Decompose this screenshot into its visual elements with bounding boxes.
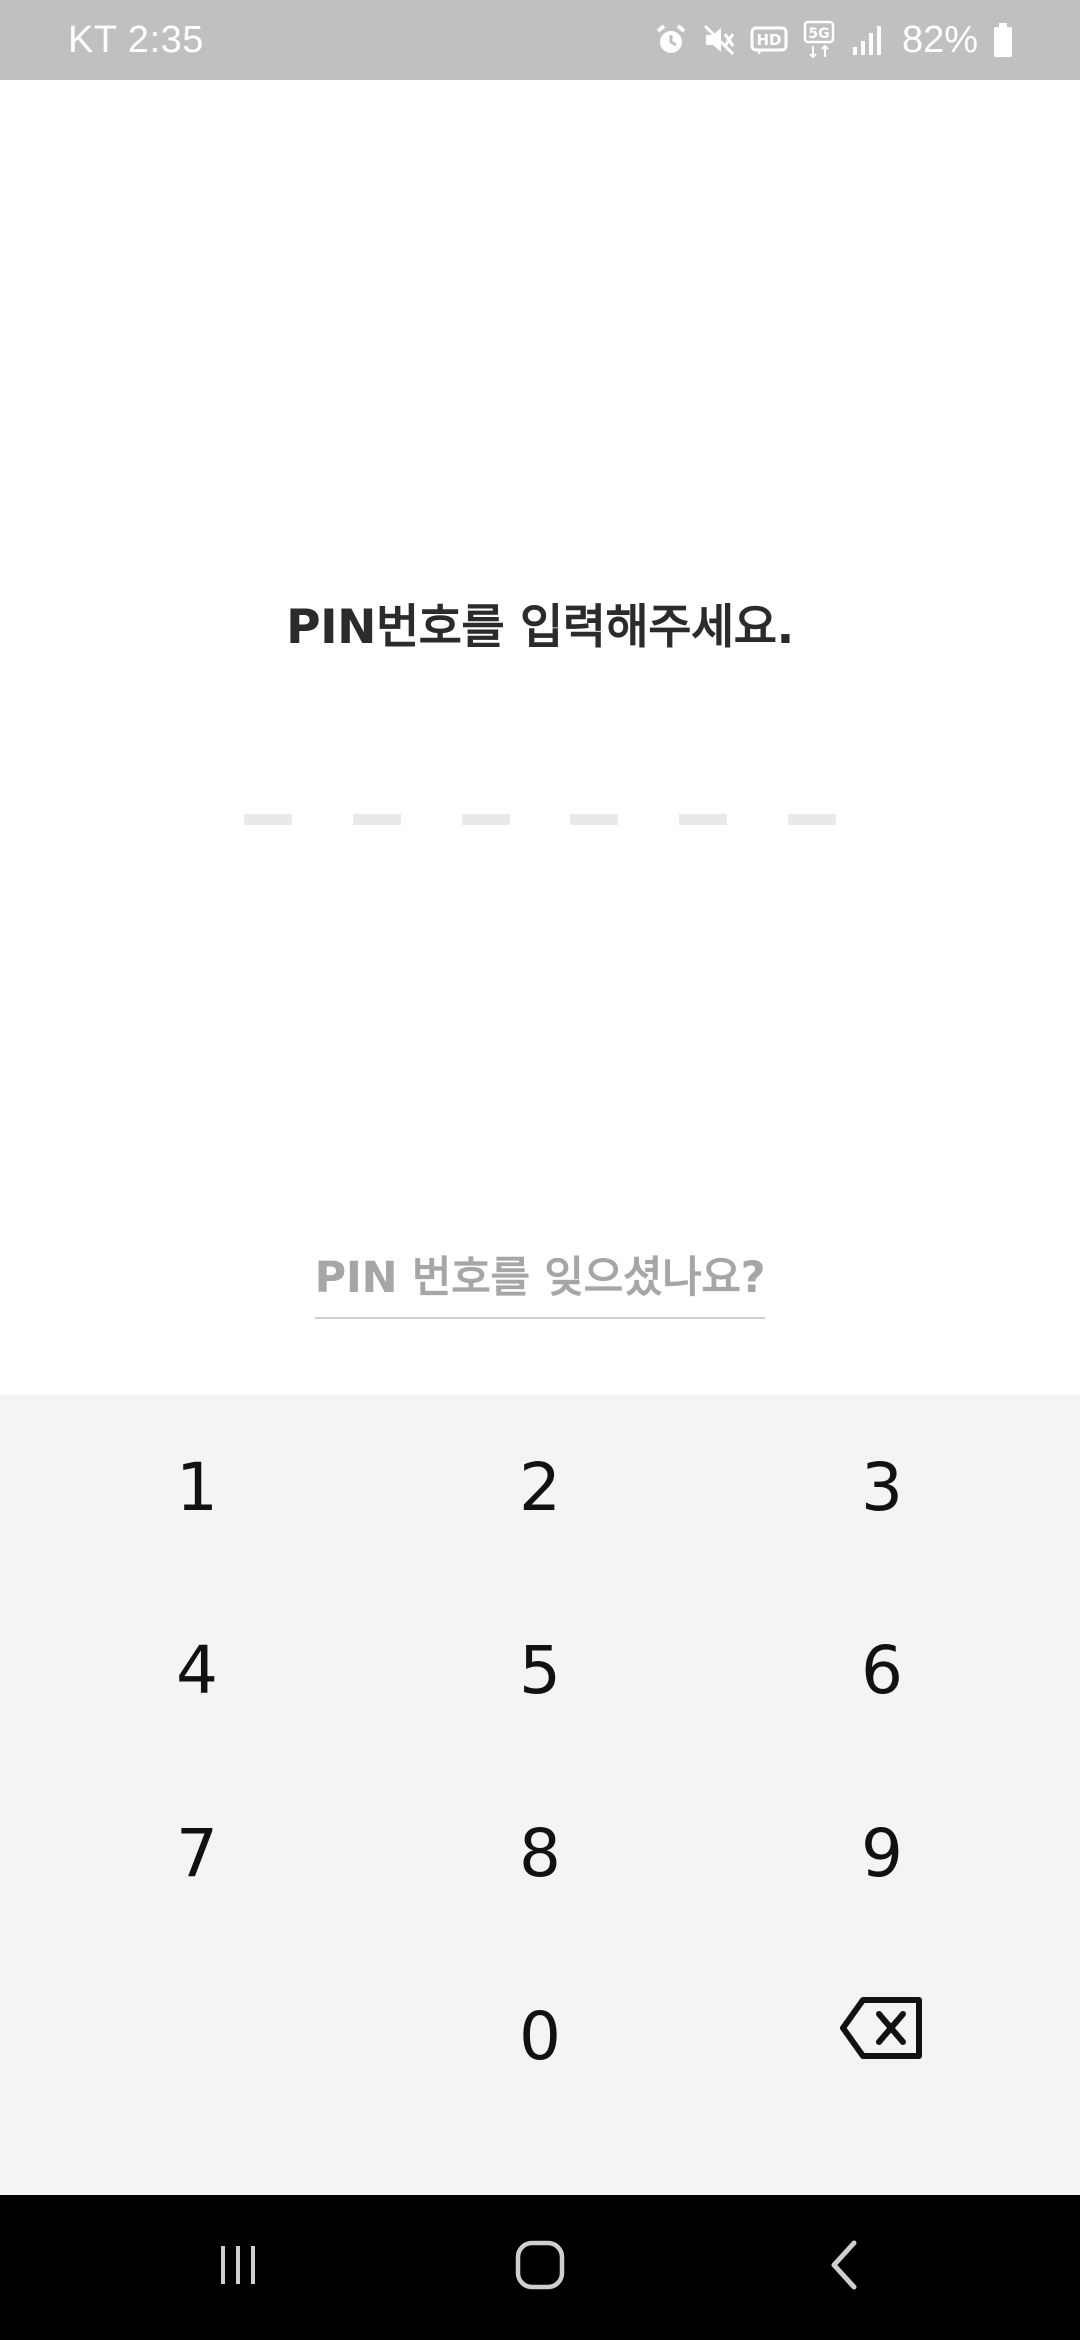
signal-icon <box>850 23 884 57</box>
status-icons: HD 5G 82% <box>654 19 1014 62</box>
key-9[interactable]: 9 <box>732 1778 1032 1928</box>
battery-icon <box>992 22 1014 58</box>
pin-slot <box>461 814 510 825</box>
pin-slot <box>570 814 619 825</box>
forgot-pin-link[interactable]: PIN 번호를 잊으셨나요? <box>314 1243 766 1319</box>
carrier-time: KT 2:35 <box>68 18 204 61</box>
key-0[interactable]: 0 <box>390 1961 690 2111</box>
key-4[interactable]: 4 <box>47 1595 347 1745</box>
mute-icon <box>702 23 736 57</box>
hd-icon: HD <box>750 23 788 57</box>
alarm-icon <box>654 23 688 57</box>
pin-indicator <box>244 814 836 826</box>
pin-slot <box>679 814 728 825</box>
forgot-pin-container: PIN 번호를 잊으셨나요? <box>0 1243 1080 1319</box>
key-3[interactable]: 3 <box>732 1412 1032 1562</box>
page-title: PIN번호를 입력해주세요. <box>286 600 794 655</box>
backspace-button[interactable] <box>732 1961 1032 2111</box>
recent-apps-button[interactable] <box>138 2195 338 2340</box>
backspace-icon <box>839 1996 925 2076</box>
key-2[interactable]: 2 <box>390 1412 690 1562</box>
key-1[interactable]: 1 <box>47 1412 347 1562</box>
back-button[interactable] <box>744 2195 944 2340</box>
pin-slot <box>352 814 401 825</box>
status-bar: KT 2:35 HD 5G 82% <box>0 0 1080 80</box>
key-6[interactable]: 6 <box>732 1595 1032 1745</box>
svg-text:HD: HD <box>756 31 781 49</box>
back-icon <box>824 2237 864 2298</box>
pin-slot <box>244 814 292 825</box>
recent-apps-icon <box>213 2240 263 2295</box>
key-empty <box>47 1961 347 2111</box>
number-keypad: 1 2 3 4 5 6 7 8 9 0 <box>0 1395 1080 2195</box>
battery-percent: 82% <box>901 18 978 61</box>
system-nav-bar <box>0 2195 1080 2340</box>
svg-text:5G: 5G <box>808 26 829 42</box>
pin-slot <box>787 814 836 825</box>
key-7[interactable]: 7 <box>47 1778 347 1928</box>
5g-icon: 5G <box>802 20 836 60</box>
key-8[interactable]: 8 <box>390 1778 690 1928</box>
home-icon <box>513 2238 567 2297</box>
home-button[interactable] <box>440 2195 640 2340</box>
pin-entry-area: PIN번호를 입력해주세요. PIN 번호를 잊으셨나요? <box>0 80 1080 1395</box>
key-5[interactable]: 5 <box>390 1595 690 1745</box>
